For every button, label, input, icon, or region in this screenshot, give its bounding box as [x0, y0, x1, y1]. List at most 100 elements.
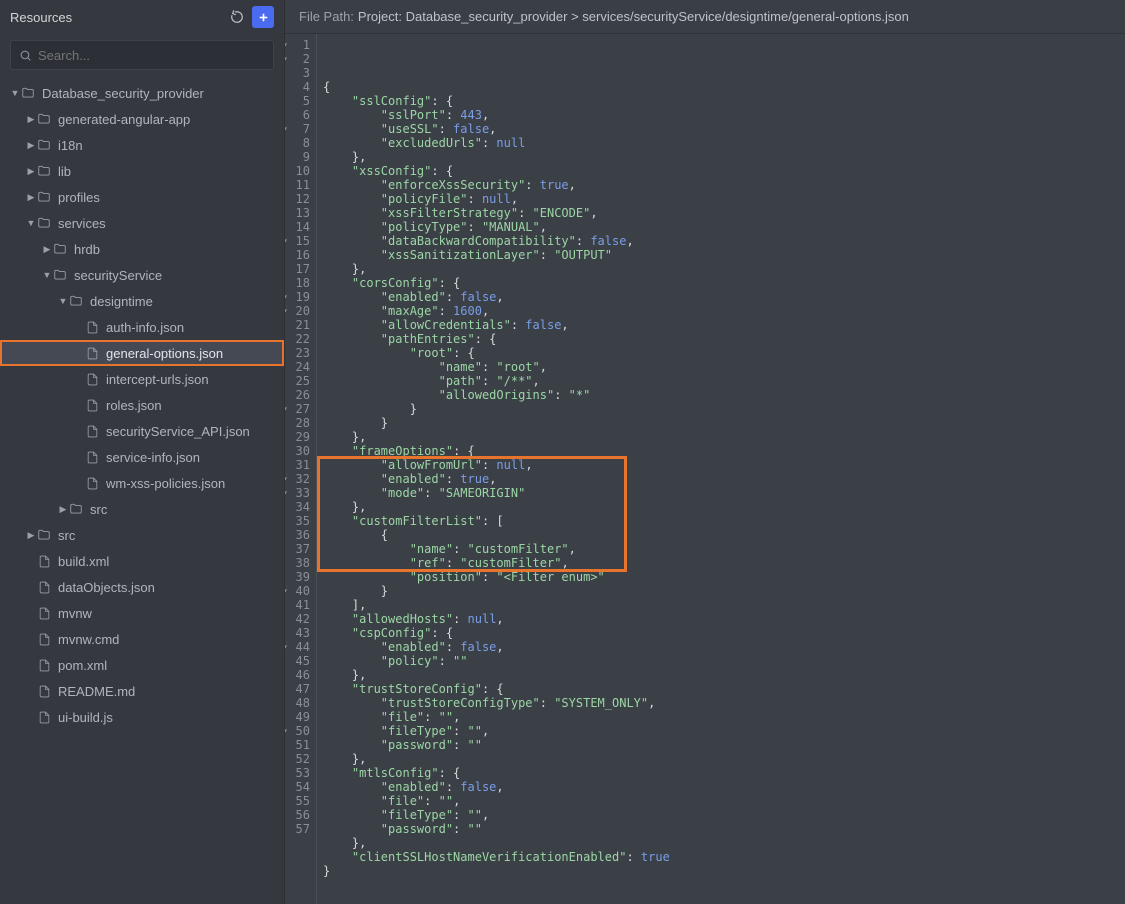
tree-item-designtime[interactable]: ▼designtime — [0, 288, 284, 314]
code-line[interactable]: "enforceXssSecurity": true, — [323, 178, 1125, 192]
tree-item-readme[interactable]: ▶README.md — [0, 678, 284, 704]
file-tree[interactable]: ▼Database_security_provider▶generated-an… — [0, 80, 284, 904]
tree-item-mvnw-cmd[interactable]: ▶mvnw.cmd — [0, 626, 284, 652]
code-line[interactable]: "policy": "" — [323, 654, 1125, 668]
code-line[interactable]: "enabled": false, — [323, 290, 1125, 304]
code-line[interactable]: "trustStoreConfigType": "SYSTEM_ONLY", — [323, 696, 1125, 710]
code-line[interactable]: "enabled": false, — [323, 640, 1125, 654]
code-line[interactable]: "fileType": "", — [323, 808, 1125, 822]
tree-item-gen-angular[interactable]: ▶generated-angular-app — [0, 106, 284, 132]
code-line[interactable]: } — [323, 416, 1125, 430]
chevron-down-icon[interactable]: ▼ — [10, 88, 20, 98]
tree-item-roles[interactable]: ▶roles.json — [0, 392, 284, 418]
search-box[interactable] — [10, 40, 274, 70]
code-line[interactable]: } — [323, 584, 1125, 598]
code-line[interactable]: }, — [323, 668, 1125, 682]
code-line[interactable]: "path": "/**", — [323, 374, 1125, 388]
code-line[interactable]: "xssFilterStrategy": "ENCODE", — [323, 206, 1125, 220]
code-line[interactable]: "mode": "SAMEORIGIN" — [323, 486, 1125, 500]
tree-item-ui-build[interactable]: ▶ui-build.js — [0, 704, 284, 730]
code-line[interactable]: "policyType": "MANUAL", — [323, 220, 1125, 234]
tree-item-auth-info[interactable]: ▶auth-info.json — [0, 314, 284, 340]
code-line[interactable]: "excludedUrls": null — [323, 136, 1125, 150]
tree-item-hrdb[interactable]: ▶hrdb — [0, 236, 284, 262]
refresh-icon[interactable] — [226, 6, 248, 28]
chevron-down-icon[interactable]: ▼ — [26, 218, 36, 228]
chevron-right-icon[interactable]: ▶ — [42, 244, 52, 255]
tree-item-wm-xss-policies[interactable]: ▶wm-xss-policies.json — [0, 470, 284, 496]
tree-item-lib[interactable]: ▶lib — [0, 158, 284, 184]
search-input[interactable] — [38, 48, 265, 63]
plus-icon[interactable] — [252, 6, 274, 28]
code-line[interactable]: "xssSanitizationLayer": "OUTPUT" — [323, 248, 1125, 262]
tree-item-general-options[interactable]: ▶general-options.json — [0, 340, 284, 366]
code-line[interactable]: "cspConfig": { — [323, 626, 1125, 640]
code-line[interactable]: }, — [323, 262, 1125, 276]
code-editor[interactable]: 1234567891011121314151617181920212223242… — [285, 34, 1125, 904]
code-line[interactable]: "file": "", — [323, 794, 1125, 808]
chevron-right-icon[interactable]: ▶ — [26, 140, 36, 151]
chevron-right-icon[interactable]: ▶ — [26, 530, 36, 541]
tree-item-build-xml[interactable]: ▶build.xml — [0, 548, 284, 574]
tree-item-services-src[interactable]: ▶src — [0, 496, 284, 522]
code-line[interactable]: } — [323, 864, 1125, 878]
tree-item-pom[interactable]: ▶pom.xml — [0, 652, 284, 678]
tree-item-service-info[interactable]: ▶service-info.json — [0, 444, 284, 470]
code-line[interactable]: "frameOptions": { — [323, 444, 1125, 458]
code-line[interactable]: "pathEntries": { — [323, 332, 1125, 346]
code-line[interactable]: { — [323, 528, 1125, 542]
code-line[interactable]: "sslConfig": { — [323, 94, 1125, 108]
code-line[interactable]: "allowedHosts": null, — [323, 612, 1125, 626]
code-line[interactable]: "file": "", — [323, 710, 1125, 724]
code-line[interactable]: "xssConfig": { — [323, 164, 1125, 178]
code-line[interactable]: "sslPort": 443, — [323, 108, 1125, 122]
code-line[interactable]: }, — [323, 752, 1125, 766]
chevron-right-icon[interactable]: ▶ — [26, 192, 36, 203]
code-line[interactable]: "position": "<Filter enum>" — [323, 570, 1125, 584]
tree-item-securityService[interactable]: ▼securityService — [0, 262, 284, 288]
code-line[interactable]: "password": "" — [323, 822, 1125, 836]
code-line[interactable]: "useSSL": false, — [323, 122, 1125, 136]
tree-item-securityService_API[interactable]: ▶securityService_API.json — [0, 418, 284, 444]
code-content[interactable]: { "sslConfig": { "sslPort": 443, "useSSL… — [317, 34, 1125, 904]
code-line[interactable]: }, — [323, 500, 1125, 514]
code-line[interactable]: "ref": "customFilter", — [323, 556, 1125, 570]
chevron-right-icon[interactable]: ▶ — [26, 166, 36, 177]
code-line[interactable]: "allowCredentials": false, — [323, 318, 1125, 332]
tree-item-src[interactable]: ▶src — [0, 522, 284, 548]
code-line[interactable]: "trustStoreConfig": { — [323, 682, 1125, 696]
code-line[interactable]: "mtlsConfig": { — [323, 766, 1125, 780]
code-line[interactable]: "name": "customFilter", — [323, 542, 1125, 556]
code-line[interactable]: "policyFile": null, — [323, 192, 1125, 206]
tree-item-profiles[interactable]: ▶profiles — [0, 184, 284, 210]
code-line[interactable]: "corsConfig": { — [323, 276, 1125, 290]
tree-item-services[interactable]: ▼services — [0, 210, 284, 236]
code-line[interactable]: }, — [323, 430, 1125, 444]
code-line[interactable]: { — [323, 80, 1125, 94]
tree-item-dataObjects[interactable]: ▶dataObjects.json — [0, 574, 284, 600]
code-line[interactable]: "enabled": false, — [323, 780, 1125, 794]
chevron-down-icon[interactable]: ▼ — [58, 296, 68, 306]
tree-item-root[interactable]: ▼Database_security_provider — [0, 80, 284, 106]
code-line[interactable]: "password": "" — [323, 738, 1125, 752]
tree-item-intercept-urls[interactable]: ▶intercept-urls.json — [0, 366, 284, 392]
code-line[interactable]: "maxAge": 1600, — [323, 304, 1125, 318]
code-line[interactable]: ], — [323, 598, 1125, 612]
code-line[interactable]: "dataBackwardCompatibility": false, — [323, 234, 1125, 248]
code-line[interactable]: "customFilterList": [ — [323, 514, 1125, 528]
code-line[interactable]: "name": "root", — [323, 360, 1125, 374]
chevron-right-icon[interactable]: ▶ — [26, 114, 36, 125]
code-line[interactable]: "clientSSLHostNameVerificationEnabled": … — [323, 850, 1125, 864]
code-line[interactable]: "allowedOrigins": "*" — [323, 388, 1125, 402]
code-line[interactable]: } — [323, 402, 1125, 416]
code-line[interactable]: }, — [323, 150, 1125, 164]
code-line[interactable]: "enabled": true, — [323, 472, 1125, 486]
chevron-down-icon[interactable]: ▼ — [42, 270, 52, 280]
code-line[interactable]: "root": { — [323, 346, 1125, 360]
tree-item-i18n[interactable]: ▶i18n — [0, 132, 284, 158]
code-line[interactable]: "allowFromUrl": null, — [323, 458, 1125, 472]
code-line[interactable]: }, — [323, 836, 1125, 850]
tree-item-mvnw[interactable]: ▶mvnw — [0, 600, 284, 626]
code-line[interactable]: "fileType": "", — [323, 724, 1125, 738]
chevron-right-icon[interactable]: ▶ — [58, 504, 68, 515]
